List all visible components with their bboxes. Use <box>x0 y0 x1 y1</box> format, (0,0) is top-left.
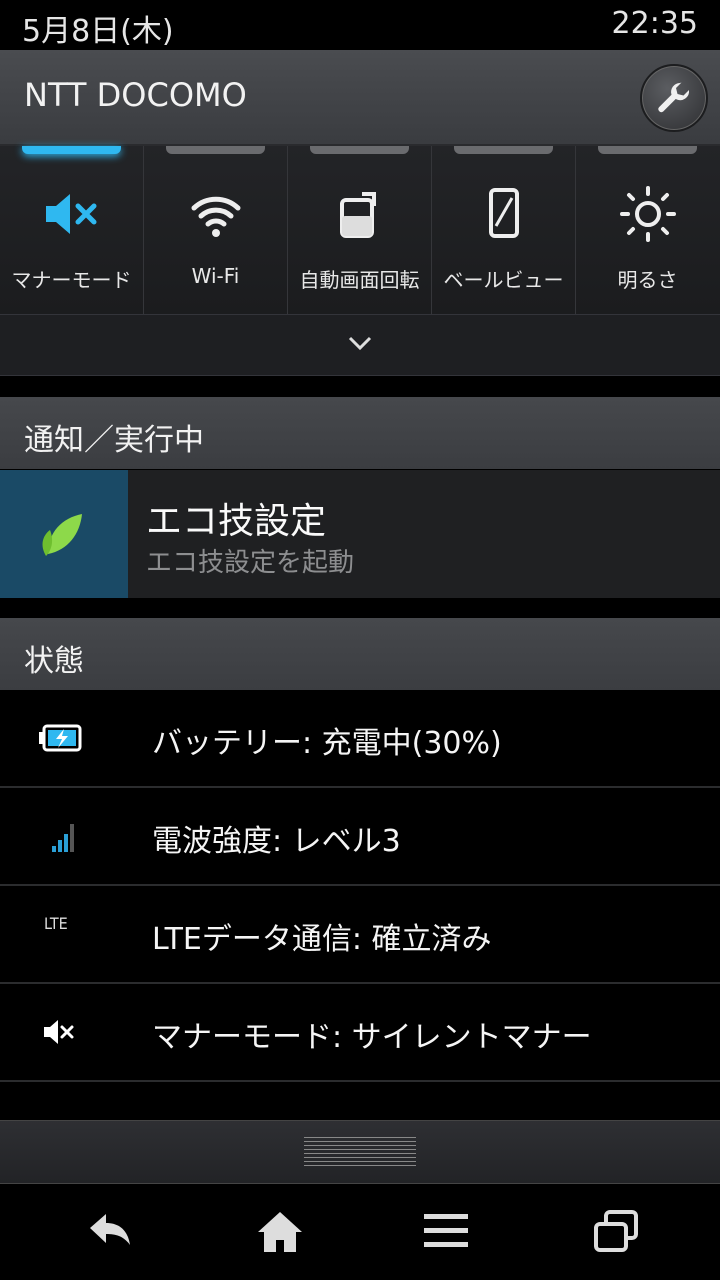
toggle-indicator <box>166 146 265 154</box>
wifi-icon <box>191 196 240 237</box>
wrench-icon <box>658 82 690 113</box>
status-time: 22:35 <box>611 6 698 41</box>
status-date: 5月8日(木) <box>22 14 174 49</box>
battery-charging-icon <box>39 724 82 752</box>
toggle-label: Wi-Fi <box>191 264 240 288</box>
panel-drag-handle[interactable] <box>0 1120 720 1184</box>
status-text: 電波強度: レベル3 <box>152 824 401 859</box>
toggle-manner-mode[interactable]: マナーモード <box>0 146 144 314</box>
notification-subtitle: エコ技設定を起動 <box>146 548 355 578</box>
veilview-icon <box>488 188 519 238</box>
toggle-brightness[interactable]: 明るさ <box>576 146 719 314</box>
status-row-signal[interactable]: 電波強度: レベル3 <box>0 788 720 886</box>
toggle-veil-view[interactable]: ベールビュー <box>432 146 576 314</box>
notification-title: エコ技設定 <box>146 501 327 542</box>
notification-header: NTT DOCOMO <box>0 50 720 146</box>
mute-icon <box>45 194 96 234</box>
mute-icon <box>44 1020 74 1044</box>
status-row-lte[interactable]: LTE LTEデータ通信: 確立済み <box>0 886 720 984</box>
status-text: バッテリー: 充電中(30%) <box>152 726 502 761</box>
notification-icon-box <box>0 470 128 598</box>
status-row-battery[interactable]: バッテリー: 充電中(30%) <box>0 690 720 788</box>
recent-apps-button[interactable] <box>526 1184 706 1280</box>
home-icon <box>258 1212 302 1252</box>
brightness-icon <box>619 186 676 242</box>
back-button[interactable] <box>20 1184 200 1280</box>
toggle-indicator <box>310 146 409 154</box>
recent-apps-icon <box>594 1210 638 1252</box>
toggle-indicator <box>454 146 553 154</box>
menu-button[interactable] <box>356 1184 536 1280</box>
navigation-bar <box>0 1184 720 1280</box>
toggle-label: マナーモード <box>11 268 132 292</box>
status-bar: 5月8日(木) 22:35 <box>0 0 720 50</box>
carrier-name: NTT DOCOMO <box>24 76 247 114</box>
notifications-section-header: 通知／実行中 <box>0 397 720 469</box>
back-icon <box>90 1214 130 1245</box>
expand-toggles-button[interactable] <box>0 314 720 376</box>
chevron-down-icon <box>348 336 372 351</box>
toggle-label: 自動画面回転 <box>299 268 420 292</box>
toggle-indicator <box>22 146 121 154</box>
home-button[interactable] <box>190 1184 370 1280</box>
section-title: 通知／実行中 <box>24 423 204 458</box>
toggle-auto-rotate[interactable]: 自動画面回転 <box>288 146 432 314</box>
section-title: 状態 <box>24 644 84 679</box>
lte-icon: LTE <box>44 914 68 933</box>
toggle-label: ベールビュー <box>443 268 564 292</box>
toggle-wifi[interactable]: Wi-Fi <box>144 146 288 314</box>
grip-lines-icon <box>304 1137 416 1167</box>
status-text: LTEデータ通信: 確立済み <box>152 922 492 957</box>
status-row-manner[interactable]: マナーモード: サイレントマナー <box>0 984 720 1082</box>
settings-button[interactable] <box>640 64 708 132</box>
notification-item[interactable]: エコ技設定 エコ技設定を起動 <box>0 470 720 598</box>
menu-icon <box>424 1214 468 1247</box>
quick-toggles: マナーモード Wi-Fi 自動画面回転 ベールビュー 明るさ <box>0 146 720 314</box>
signal-icon <box>52 824 74 852</box>
status-text: マナーモード: サイレントマナー <box>152 1020 592 1055</box>
rotate-icon <box>339 192 376 238</box>
toggle-indicator <box>598 146 697 154</box>
leaf-icon <box>42 514 82 556</box>
status-section-header: 状態 <box>0 618 720 690</box>
toggle-label: 明るさ <box>617 268 678 292</box>
